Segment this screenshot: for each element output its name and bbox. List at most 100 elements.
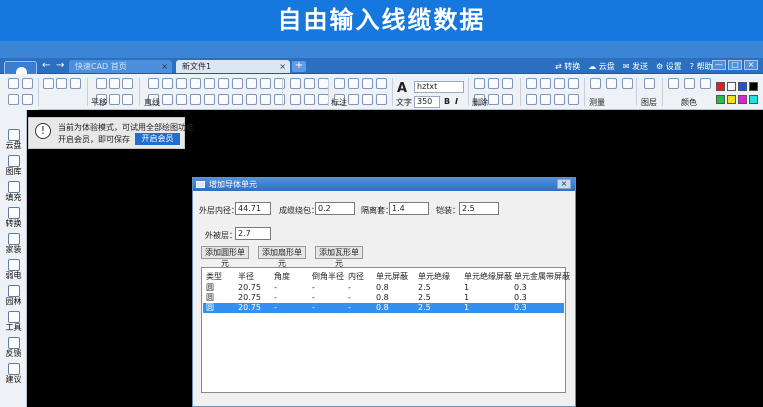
draw-tool-icon[interactable]	[274, 78, 285, 89]
outer-diameter-field[interactable]: 44.71	[235, 202, 271, 215]
draw-tool-icon[interactable]	[148, 78, 159, 89]
snap-tool-icon[interactable]	[526, 78, 537, 89]
text-label[interactable]: 文字	[396, 97, 412, 108]
close-window-button[interactable]: ×	[744, 60, 758, 70]
modify-tool-icon[interactable]	[290, 94, 301, 105]
text-tool-icon[interactable]: A	[397, 81, 407, 96]
file-tool-icon[interactable]	[22, 78, 33, 89]
dim-tool-icon[interactable]	[362, 94, 373, 105]
add-circle-unit-button[interactable]: 添加圆形单元	[201, 246, 249, 268]
color-swatch[interactable]	[749, 95, 758, 104]
color-swatch[interactable]	[727, 82, 736, 91]
color-swatch[interactable]	[738, 95, 747, 104]
draw-tool-icon[interactable]	[260, 94, 271, 105]
help-link[interactable]: ? 帮助	[690, 60, 713, 73]
erase-tool-icon[interactable]	[474, 78, 485, 89]
line-label[interactable]: 直线	[144, 97, 160, 108]
minimize-button[interactable]: —	[712, 60, 726, 70]
draw-tool-icon[interactable]	[218, 94, 229, 105]
zoom-tool-icon[interactable]	[109, 94, 120, 105]
file-tool-icon[interactable]	[22, 94, 33, 105]
restore-button[interactable]: □	[728, 60, 742, 70]
tab-new-file[interactable]: 新文件1 ×	[176, 60, 290, 73]
column-header[interactable]: 类型	[206, 271, 222, 282]
binding-field[interactable]: 0.2	[315, 202, 355, 215]
table-row[interactable]: 圆 20.75 - - - 0.8 2.5 1 0.3	[203, 303, 564, 313]
snap-tool-icon[interactable]	[540, 78, 551, 89]
color-swatch[interactable]	[716, 95, 725, 104]
snap-tool-icon[interactable]	[568, 78, 579, 89]
modify-tool-icon[interactable]	[290, 78, 301, 89]
file-tool-icon[interactable]	[8, 78, 19, 89]
pan-label[interactable]: 平移	[91, 97, 107, 108]
zoom-tool-icon[interactable]	[122, 94, 133, 105]
dim-tool-icon[interactable]	[376, 94, 387, 105]
add-tab-button[interactable]: +	[292, 61, 306, 72]
convert-link[interactable]: ⇄ 转换	[555, 60, 580, 73]
edit-tool-icon[interactable]	[56, 78, 67, 89]
sidebar-item[interactable]: 填充	[0, 179, 27, 205]
file-tool-icon[interactable]	[8, 94, 19, 105]
column-header[interactable]: 单元屏蔽	[376, 271, 408, 282]
color-tool-icon[interactable]	[668, 78, 679, 89]
send-link[interactable]: ✉ 发送	[623, 60, 648, 73]
draw-tool-icon[interactable]	[190, 94, 201, 105]
cloud-link[interactable]: ☁ 云盘	[588, 60, 615, 73]
draw-tool-icon[interactable]	[246, 78, 257, 89]
tab-home[interactable]: 快速CAD 首页 ×	[69, 60, 172, 73]
draw-tool-icon[interactable]	[232, 94, 243, 105]
modify-tool-icon[interactable]	[304, 78, 315, 89]
sidebar-item[interactable]: 转换	[0, 205, 27, 231]
snap-tool-icon[interactable]	[540, 94, 551, 105]
color-swatch[interactable]	[716, 82, 725, 91]
open-membership-button[interactable]: 开启会员	[135, 133, 180, 145]
column-header[interactable]: 半径	[238, 271, 254, 282]
dim-tool-icon[interactable]	[348, 94, 359, 105]
draw-tool-icon[interactable]	[246, 94, 257, 105]
isolation-field[interactable]: 1.4	[389, 202, 429, 215]
draw-tool-icon[interactable]	[190, 78, 201, 89]
color-tool-icon[interactable]	[700, 78, 711, 89]
draw-tool-icon[interactable]	[232, 78, 243, 89]
color-tool-icon[interactable]	[684, 78, 695, 89]
sidebar-item[interactable]: 反馈	[0, 335, 27, 361]
zoom-tool-icon[interactable]	[109, 78, 120, 89]
back-icon[interactable]: ←	[42, 61, 52, 71]
sidebar-item[interactable]: 工具	[0, 309, 27, 335]
italic-button[interactable]: I	[455, 97, 458, 106]
measure-tool-icon[interactable]	[606, 78, 617, 89]
draw-tool-icon[interactable]	[162, 94, 173, 105]
column-header[interactable]: 倒角半径	[312, 271, 344, 282]
column-header[interactable]: 单元绝缘	[418, 271, 450, 282]
erase-tool-icon[interactable]	[488, 78, 499, 89]
draw-tool-icon[interactable]	[218, 78, 229, 89]
sidebar-item[interactable]: 建议	[0, 361, 27, 387]
draw-tool-icon[interactable]	[204, 94, 215, 105]
measure-tool-icon[interactable]	[622, 78, 633, 89]
font-select[interactable]: hztxt	[414, 81, 464, 93]
measure-label[interactable]: 测量	[589, 97, 605, 108]
snap-tool-icon[interactable]	[554, 78, 565, 89]
tab-new-file-close-icon[interactable]: ×	[279, 60, 286, 73]
zoom-tool-icon[interactable]	[96, 78, 107, 89]
annotate-label[interactable]: 标注	[331, 97, 347, 108]
zoom-tool-icon[interactable]	[122, 78, 133, 89]
column-header[interactable]: 内径	[348, 271, 364, 282]
add-tile-unit-button[interactable]: 添加瓦形单元	[315, 246, 363, 268]
snap-tool-icon[interactable]	[568, 94, 579, 105]
armor-field[interactable]: 2.5	[459, 202, 499, 215]
draw-tool-icon[interactable]	[204, 78, 215, 89]
tab-home-close-icon[interactable]: ×	[161, 60, 168, 73]
measure-tool-icon[interactable]	[590, 78, 601, 89]
sheath-field[interactable]: 2.7	[235, 227, 271, 240]
column-header[interactable]: 角度	[274, 271, 290, 282]
color-swatch[interactable]	[727, 95, 736, 104]
dim-tool-icon[interactable]	[334, 78, 345, 89]
erase-tool-icon[interactable]	[502, 94, 513, 105]
sidebar-item[interactable]: 云盘	[0, 127, 27, 153]
delete-label[interactable]: 删除	[472, 97, 488, 108]
modify-tool-icon[interactable]	[304, 94, 315, 105]
column-header[interactable]: 单元绝缘屏蔽	[464, 271, 512, 282]
draw-tool-icon[interactable]	[274, 94, 285, 105]
sidebar-item[interactable]: 家装	[0, 231, 27, 257]
